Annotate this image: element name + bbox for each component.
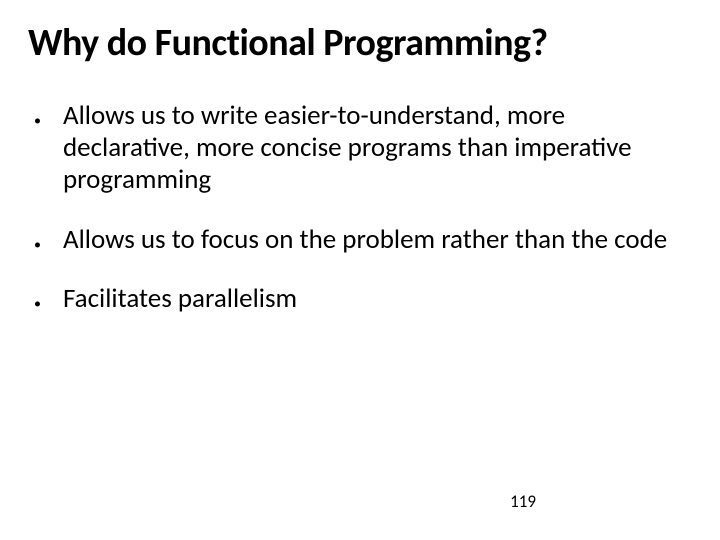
bullet-dot-icon: • [34, 114, 41, 128]
list-item-text: Allows us to write easier-to-understand,… [63, 100, 692, 196]
list-item: • Facilitates parallelism [34, 283, 692, 315]
slide-title: Why do Functional Programming? [28, 20, 692, 66]
bullet-list: • Allows us to write easier-to-understan… [28, 100, 692, 315]
list-item: • Allows us to focus on the problem rath… [34, 224, 692, 256]
bullet-dot-icon: • [34, 297, 41, 311]
page-number: 119 [510, 491, 536, 512]
bullet-dot-icon: • [34, 238, 41, 252]
list-item-text: Allows us to focus on the problem rather… [63, 224, 677, 256]
list-item-text: Facilitates parallelism [63, 283, 307, 315]
list-item: • Allows us to write easier-to-understan… [34, 100, 692, 196]
slide: Why do Functional Programming? • Allows … [0, 0, 720, 540]
